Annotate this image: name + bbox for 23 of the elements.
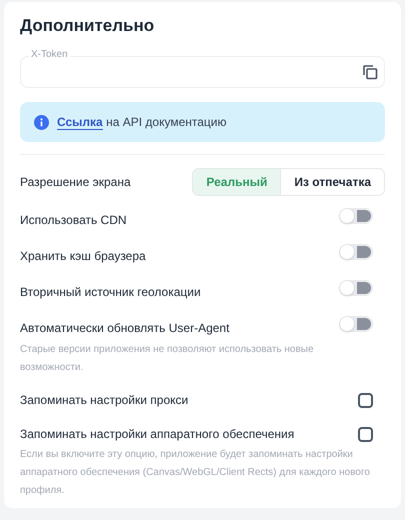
segment-option[interactable]: Из отпечатка bbox=[280, 169, 384, 195]
setting-label: Запоминать настройки аппаратного обеспечения bbox=[20, 426, 294, 443]
setting-label: Вторичный источник геолокации bbox=[20, 284, 201, 301]
token-field[interactable] bbox=[20, 56, 385, 88]
toggle-switch[interactable] bbox=[339, 316, 373, 332]
toggle-switch[interactable] bbox=[339, 208, 373, 224]
info-text: Ссылка на API документацию bbox=[57, 114, 226, 131]
setting-hint: Старые версии приложения не позволяют использовать новые возможности. bbox=[20, 343, 315, 375]
setting-label: Разрешение экрана bbox=[20, 174, 131, 191]
checkbox[interactable] bbox=[358, 426, 373, 442]
setting-label: Хранить кэш браузера bbox=[20, 248, 146, 265]
toggle-switch[interactable] bbox=[339, 280, 373, 296]
setting-label: Использовать CDN bbox=[20, 212, 127, 229]
docs-link[interactable]: Ссылка bbox=[57, 115, 103, 130]
toggle-switch[interactable] bbox=[339, 244, 373, 260]
segment-option[interactable]: Реальный bbox=[193, 169, 280, 195]
section-title: Дополнительно bbox=[20, 16, 156, 36]
setting-label: Запоминать настройки прокси bbox=[20, 392, 188, 409]
setting-label: Автоматически обновлять User-Agent bbox=[20, 320, 230, 337]
copy-icon[interactable] bbox=[362, 64, 378, 80]
checkbox[interactable] bbox=[358, 392, 373, 408]
info-icon bbox=[34, 114, 49, 130]
setting-hint: Если вы включите эту опцию, приложение будет запоминать настройки аппаратного обеспечения (Canvas/WebGL/Client Rects) для каждого нового профиля. bbox=[20, 448, 371, 498]
